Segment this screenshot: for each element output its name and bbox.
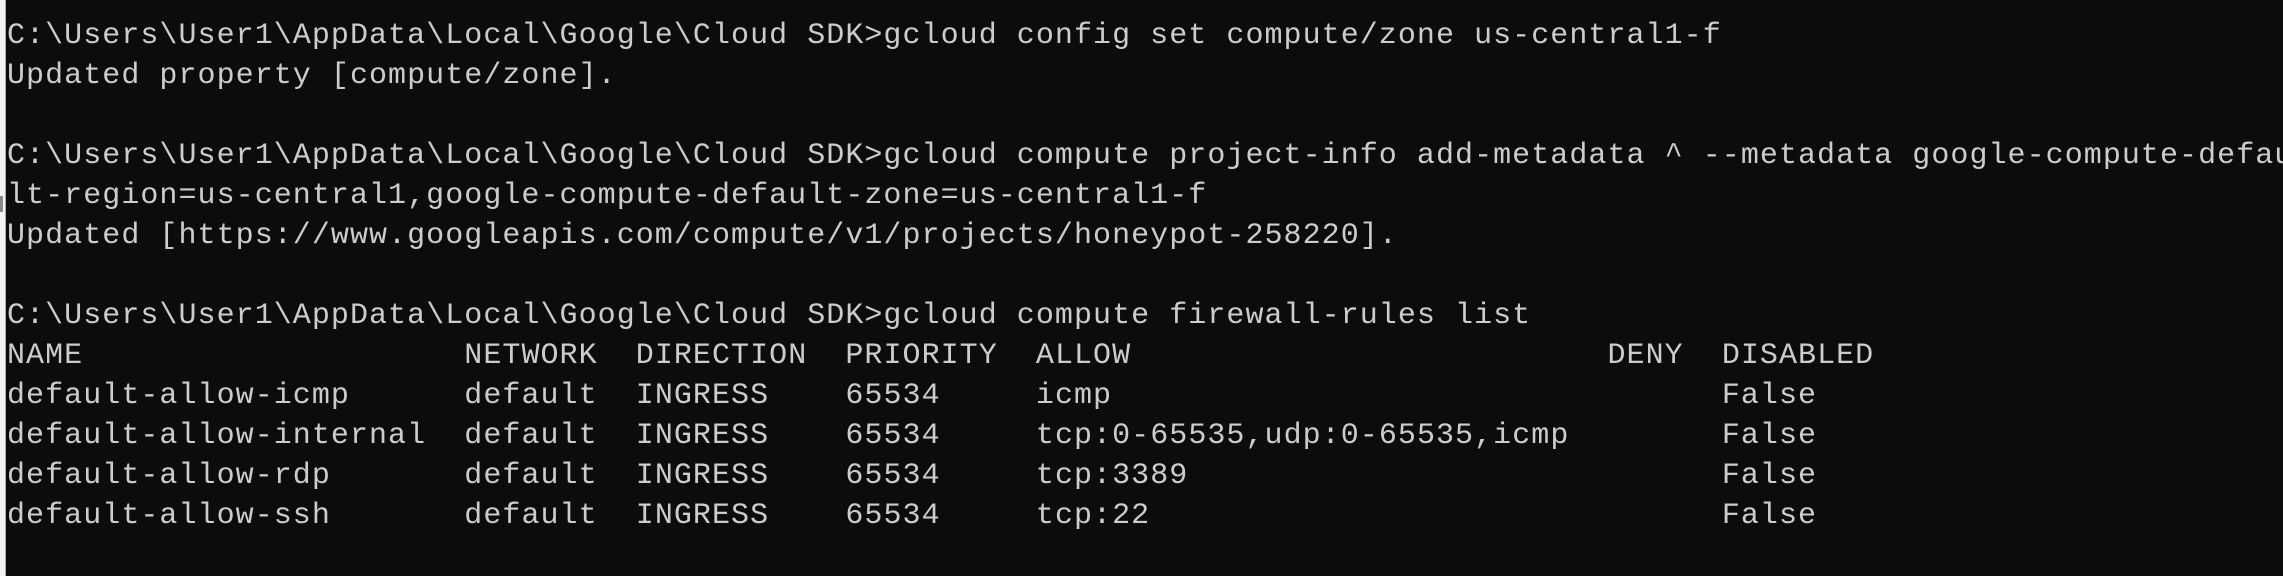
output-updated-property: Updated property [compute/zone]. [7,59,617,93]
cell-disabled: False [1721,419,1818,453]
cell-disabled: False [1721,379,1818,413]
cell-allow: tcp:3389 [1035,459,1608,493]
cell-disabled: False [1721,459,1818,493]
table-row: default-allow-ssh default INGRESS 65534 … [7,496,2283,536]
cell-name: default-allow-internal [7,419,465,453]
cell-network: default [464,499,636,533]
cell-priority: 65534 [845,379,1036,413]
table-header: NAME NETWORK DIRECTION PRIORITY ALLOW DE… [7,336,2283,376]
cell-allow: tcp:0-65535,udp:0-65535,icmp [1035,419,1608,453]
header-network: NETWORK [464,339,636,373]
text-cursor-marker [0,196,3,212]
table-body: default-allow-icmp default INGRESS 65534… [7,376,2283,536]
header-priority: PRIORITY [845,339,1036,373]
cell-priority: 65534 [845,459,1036,493]
command-line-add-metadata: C:\Users\User1\AppData\Local\Google\Clou… [7,139,2283,173]
cell-name: default-allow-ssh [7,499,465,533]
cell-priority: 65534 [845,419,1036,453]
cell-deny [1607,379,1721,413]
cell-name: default-allow-rdp [7,459,465,493]
terminal-output[interactable]: C:\Users\User1\AppData\Local\Google\Clou… [7,16,2283,536]
cell-allow: icmp [1035,379,1608,413]
table-row: default-allow-rdp default INGRESS 65534 … [7,456,2283,496]
cell-network: default [464,459,636,493]
header-name: NAME [7,339,465,373]
table-row: default-allow-internal default INGRESS 6… [7,416,2283,456]
table-row: default-allow-icmp default INGRESS 65534… [7,376,2283,416]
cell-direction: INGRESS [635,459,846,493]
cell-network: default [464,379,636,413]
header-disabled: DISABLED [1721,339,1875,373]
cell-priority: 65534 [845,499,1036,533]
cell-network: default [464,419,636,453]
cell-direction: INGRESS [635,499,846,533]
cell-deny [1607,499,1721,533]
output-updated-project: Updated [https://www.googleapis.com/comp… [7,219,1398,253]
cell-deny [1607,419,1721,453]
header-deny: DENY [1607,339,1722,373]
cell-name: default-allow-icmp [7,379,465,413]
window-border [5,0,6,576]
header-direction: DIRECTION [635,339,846,373]
command-line-add-metadata-wrap: lt-region=us-central1,google-compute-def… [7,179,1208,213]
cell-disabled: False [1721,499,1818,533]
cell-direction: INGRESS [635,419,846,453]
cell-deny [1607,459,1721,493]
cell-direction: INGRESS [635,379,846,413]
command-line-config-set: C:\Users\User1\AppData\Local\Google\Clou… [7,19,1722,53]
command-line-firewall-list: C:\Users\User1\AppData\Local\Google\Clou… [7,299,1532,333]
header-allow: ALLOW [1035,339,1608,373]
cell-allow: tcp:22 [1035,499,1608,533]
